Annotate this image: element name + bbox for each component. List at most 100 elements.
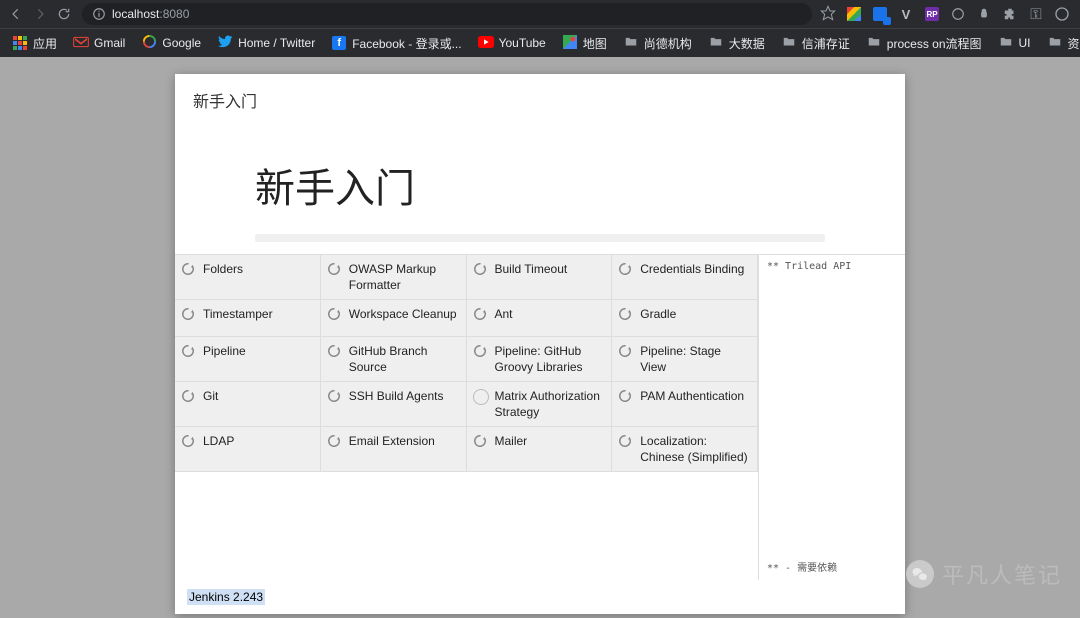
bookmark-item[interactable]: 信浦存证 [775, 35, 856, 52]
plugin-cell: GitHub Branch Source [321, 337, 467, 382]
plugin-cell: LDAP [175, 427, 321, 472]
bookmark-item[interactable]: 资源网站 [1041, 35, 1080, 52]
plugin-label: PAM Authentication [640, 388, 744, 404]
plugin-label: GitHub Branch Source [349, 343, 458, 375]
folder-icon [866, 35, 882, 51]
jenkins-version: Jenkins 2.243 [187, 589, 265, 605]
plugin-cell: Workspace Cleanup [321, 300, 467, 337]
plugin-cell: Build Timeout [467, 255, 613, 300]
toolbar-right-icons: V RP ⚿ [820, 5, 1074, 24]
plugin-label: Git [203, 388, 218, 404]
plugin-cell: Pipeline: Stage View [612, 337, 758, 382]
extension-icon[interactable]: RP [924, 6, 940, 22]
bookmark-item[interactable]: 应用 [6, 35, 63, 52]
plugin-label: Matrix Authorization Strategy [495, 388, 604, 420]
reload-button[interactable] [54, 4, 74, 24]
loading-spinner-icon [327, 434, 343, 450]
plugin-label: Timestamper [203, 306, 273, 322]
plugin-label: LDAP [203, 433, 234, 449]
extension-icon[interactable] [872, 6, 888, 22]
bookmark-item[interactable]: process on流程图 [860, 35, 988, 52]
log-line: ** - 需要依赖 [767, 559, 897, 574]
plugin-cell: Gradle [612, 300, 758, 337]
facebook-icon: f [331, 35, 347, 51]
bookmark-item[interactable]: 大数据 [702, 35, 771, 52]
loading-spinner-icon [618, 389, 634, 405]
plugin-cell: Localization: Chinese (Simplified) [612, 427, 758, 472]
hero-section: 新手入门 [175, 126, 905, 254]
plugin-cell: PAM Authentication [612, 382, 758, 427]
site-info-icon[interactable] [92, 7, 106, 21]
bookmark-item[interactable]: Gmail [67, 35, 131, 51]
progress-bar [255, 234, 825, 242]
folder-icon [1047, 35, 1063, 51]
plugin-label: Gradle [640, 306, 676, 322]
maps-icon [562, 35, 578, 51]
extensions-menu-icon[interactable] [1002, 6, 1018, 22]
plugin-label: SSH Build Agents [349, 388, 444, 404]
loading-spinner-icon [618, 434, 634, 450]
extension-icon[interactable] [950, 6, 966, 22]
modal-footer: Jenkins 2.243 [175, 580, 905, 614]
plugin-label: Build Timeout [495, 261, 568, 277]
plugin-cell: OWASP Markup Formatter [321, 255, 467, 300]
youtube-icon [478, 35, 494, 51]
plugin-label: Pipeline [203, 343, 246, 359]
plugin-cell: Matrix Authorization Strategy [467, 382, 613, 427]
loading-spinner-icon [473, 344, 489, 360]
plugin-cell: Timestamper [175, 300, 321, 337]
pending-icon [473, 389, 489, 405]
loading-spinner-icon [181, 434, 197, 450]
extension-icon[interactable] [846, 6, 862, 22]
url-text: localhost:8080 [112, 7, 189, 21]
hero-title: 新手入门 [255, 156, 825, 214]
bookmark-label: YouTube [499, 36, 546, 50]
bookmark-label: Gmail [94, 36, 125, 50]
loading-spinner-icon [327, 307, 343, 323]
plugin-label: Credentials Binding [640, 261, 744, 277]
loading-spinner-icon [473, 307, 489, 323]
bookmark-star-icon[interactable] [820, 5, 836, 24]
loading-spinner-icon [327, 262, 343, 278]
loading-spinner-icon [473, 262, 489, 278]
plugin-cell: Credentials Binding [612, 255, 758, 300]
extension-icon[interactable]: V [898, 6, 914, 22]
bookmark-label: 信浦存证 [802, 35, 850, 52]
gmail-icon [73, 35, 89, 51]
watermark-text: 平凡人笔记 [942, 558, 1062, 590]
bookmark-item[interactable]: 尚德机构 [617, 35, 698, 52]
wechat-icon [906, 560, 934, 588]
bookmark-label: process on流程图 [887, 35, 982, 52]
plugin-cell: Ant [467, 300, 613, 337]
plugin-cell: Email Extension [321, 427, 467, 472]
bookmark-item[interactable]: 地图 [556, 35, 613, 52]
key-icon[interactable]: ⚿ [1028, 6, 1044, 22]
profile-icon[interactable] [1054, 6, 1070, 22]
loading-spinner-icon [473, 434, 489, 450]
browser-chrome: localhost:8080 V RP ⚿ 应用 Gmail Google Home … [0, 0, 1080, 57]
folder-icon [708, 35, 724, 51]
back-button[interactable] [6, 4, 26, 24]
watermark: 平凡人笔记 [906, 558, 1062, 590]
forward-button[interactable] [30, 4, 50, 24]
plugin-install-area: FoldersOWASP Markup FormatterBuild Timeo… [175, 254, 905, 580]
plugin-cell: Git [175, 382, 321, 427]
bookmark-item[interactable]: Home / Twitter [211, 35, 321, 51]
bookmark-label: 大数据 [729, 35, 765, 52]
plugin-label: Pipeline: GitHub Groovy Libraries [495, 343, 604, 375]
bookmark-label: 资源网站 [1068, 35, 1080, 52]
plugin-cell: Mailer [467, 427, 613, 472]
extension-icon[interactable] [976, 6, 992, 22]
bookmark-label: Facebook - 登录或... [352, 35, 461, 52]
bookmark-item[interactable]: YouTube [472, 35, 552, 51]
plugin-label: Mailer [495, 433, 528, 449]
bookmark-label: Google [162, 36, 201, 50]
bookmark-item[interactable]: f Facebook - 登录或... [325, 35, 467, 52]
loading-spinner-icon [181, 307, 197, 323]
bookmark-item[interactable]: UI [992, 35, 1037, 51]
bookmark-label: Home / Twitter [238, 36, 315, 50]
address-bar[interactable]: localhost:8080 [82, 3, 812, 25]
page-body: 新手入门 新手入门 FoldersOWASP Markup FormatterB… [0, 56, 1080, 618]
bookmark-item[interactable]: Google [135, 35, 207, 51]
plugin-label: Ant [495, 306, 513, 322]
